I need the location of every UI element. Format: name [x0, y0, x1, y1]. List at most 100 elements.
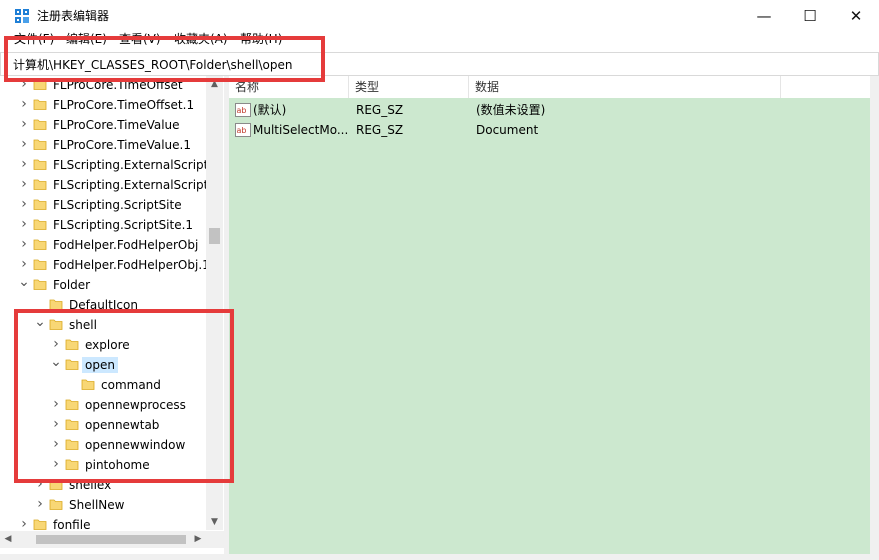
chevron-right-icon[interactable]: › — [50, 437, 62, 451]
list-item[interactable]: ab MultiSelectMo... REG_SZ Document — [229, 120, 870, 140]
tree-item[interactable]: ⌄ Folder — [0, 275, 206, 295]
tree-item[interactable]: › FodHelper.FodHelperObj.1 — [0, 255, 210, 275]
folder-icon — [33, 259, 47, 270]
folder-icon — [33, 519, 47, 530]
tree-item-label: DefaultIcon — [69, 298, 138, 312]
minimize-button[interactable]: — — [741, 0, 787, 32]
value-data: Document — [476, 123, 539, 137]
tree-item[interactable]: › FLProCore.TimeValue.1 — [0, 135, 206, 155]
tree-item[interactable]: › FLScripting.ScriptSite — [0, 195, 206, 215]
menu-favorites[interactable]: 收藏夹(A) — [174, 32, 228, 52]
tree-item[interactable]: › FLProCore.TimeOffset.1 — [0, 95, 206, 115]
minimize-icon: — — [756, 7, 772, 25]
tree-item[interactable]: › opennewprocess — [0, 395, 206, 415]
chevron-right-icon[interactable]: › — [18, 237, 30, 251]
close-icon: ✕ — [849, 7, 863, 25]
tree-item-label: open — [82, 357, 118, 373]
chevron-right-icon[interactable]: › — [18, 97, 30, 111]
chevron-right-icon[interactable]: › — [18, 257, 30, 271]
string-value-icon: ab — [235, 103, 251, 117]
tree-item[interactable]: › opennewwindow — [0, 435, 206, 455]
chevron-right-icon[interactable]: › — [18, 157, 30, 171]
chevron-right-icon[interactable]: › — [34, 497, 46, 511]
hscroll-thumb[interactable] — [36, 535, 186, 544]
maximize-icon: ☐ — [803, 7, 817, 25]
tree-item-label: opennewprocess — [85, 398, 186, 412]
scroll-right-icon[interactable]: ▶ — [190, 531, 206, 548]
chevron-right-icon[interactable]: › — [18, 517, 30, 531]
folder-icon — [33, 79, 47, 90]
chevron-down-icon[interactable]: ⌄ — [18, 275, 30, 291]
chevron-down-icon[interactable]: ⌄ — [34, 315, 46, 331]
tree-item[interactable]: › FLScripting.ExternalScriptP — [0, 175, 215, 195]
column-name-header[interactable]: 名称 — [229, 76, 349, 98]
tree-item-label: explore — [85, 338, 130, 352]
close-button[interactable]: ✕ — [833, 0, 879, 32]
chevron-right-icon[interactable]: › — [18, 117, 30, 131]
tree-item-label: FLScripting.ExternalScriptP — [53, 178, 216, 192]
title-bar: 注册表编辑器 — ☐ ✕ — [0, 0, 879, 32]
chevron-right-icon[interactable]: › — [50, 417, 62, 431]
tree-item[interactable]: › FodHelper.FodHelperObj — [0, 235, 206, 255]
tree-item[interactable]: › pintohome — [0, 455, 206, 475]
chevron-down-icon[interactable]: ⌄ — [50, 355, 62, 371]
scroll-left-icon[interactable]: ◀ — [0, 531, 16, 548]
tree-item[interactable]: › FLScripting.ExternalScriptP — [0, 155, 215, 175]
tree-item-label: shell — [69, 318, 97, 332]
maximize-button[interactable]: ☐ — [787, 0, 833, 32]
tree-item-label: pintohome — [85, 458, 150, 472]
folder-icon — [33, 239, 47, 250]
chevron-right-icon[interactable]: › — [34, 477, 46, 491]
folder-icon — [33, 219, 47, 230]
chevron-right-icon[interactable]: › — [18, 217, 30, 231]
chevron-right-icon[interactable]: › — [50, 397, 62, 411]
tree-item[interactable]: › opennewtab — [0, 415, 206, 435]
chevron-right-icon[interactable]: › — [50, 337, 62, 351]
tree-item[interactable]: › ShellNew — [0, 495, 206, 515]
folder-icon — [65, 419, 79, 430]
tree-item-label: FodHelper.FodHelperObj.1 — [53, 258, 210, 272]
tree-vertical-scrollbar[interactable]: ▲ ▼ — [206, 76, 223, 530]
menu-file[interactable]: 文件(F) — [14, 32, 54, 52]
folder-icon — [33, 279, 47, 290]
tree-item[interactable]: ⌄ open — [0, 355, 206, 375]
tree-item[interactable]: › FLProCore.TimeValue — [0, 115, 206, 135]
tree-item[interactable]: DefaultIcon — [0, 295, 206, 315]
tree-item-label: shellex — [69, 478, 112, 492]
chevron-right-icon[interactable]: › — [18, 137, 30, 151]
tree-item-label: opennewwindow — [85, 438, 186, 452]
scroll-up-icon[interactable]: ▲ — [206, 76, 223, 92]
string-value-icon: ab — [235, 123, 251, 137]
tree-horizontal-scrollbar[interactable]: ◀ ▶ — [0, 531, 224, 548]
tree-item[interactable]: › shellex — [0, 475, 206, 495]
list-header: 名称 类型 数据 — [229, 76, 870, 98]
menu-edit[interactable]: 编辑(E) — [66, 32, 107, 52]
tree-item-label: FLProCore.TimeOffset — [53, 78, 183, 92]
tree-item[interactable]: command — [0, 375, 206, 395]
svg-text:ab: ab — [237, 126, 247, 135]
menu-bar: 文件(F) 编辑(E) 查看(V) 收藏夹(A) 帮助(H) — [0, 32, 879, 52]
menu-help[interactable]: 帮助(H) — [240, 32, 282, 52]
column-type-header[interactable]: 类型 — [349, 76, 469, 98]
tree-item[interactable]: ⌄ shell — [0, 315, 206, 335]
chevron-right-icon[interactable]: › — [18, 197, 30, 211]
folder-icon — [33, 199, 47, 210]
regedit-icon — [15, 9, 29, 23]
value-type: REG_SZ — [356, 103, 404, 117]
value-data: (数值未设置) — [476, 103, 546, 117]
scroll-thumb[interactable] — [209, 228, 220, 244]
folder-icon — [65, 439, 79, 450]
folder-icon — [33, 179, 47, 190]
value-type: REG_SZ — [356, 123, 404, 137]
tree-item[interactable]: › FLScripting.ScriptSite.1 — [0, 215, 206, 235]
chevron-right-icon[interactable]: › — [18, 177, 30, 191]
tree-item[interactable]: › FLProCore.TimeOffset — [0, 76, 206, 95]
tree-item[interactable]: › explore — [0, 335, 206, 355]
column-data-header[interactable]: 数据 — [469, 76, 781, 98]
address-bar[interactable]: 计算机\HKEY_CLASSES_ROOT\Folder\shell\open — [0, 52, 879, 76]
chevron-right-icon[interactable]: › — [18, 77, 30, 91]
menu-view[interactable]: 查看(V) — [119, 32, 161, 52]
chevron-right-icon[interactable]: › — [50, 457, 62, 471]
list-item[interactable]: ab (默认) REG_SZ (数值未设置) — [229, 100, 870, 120]
scroll-down-icon[interactable]: ▼ — [206, 514, 223, 530]
